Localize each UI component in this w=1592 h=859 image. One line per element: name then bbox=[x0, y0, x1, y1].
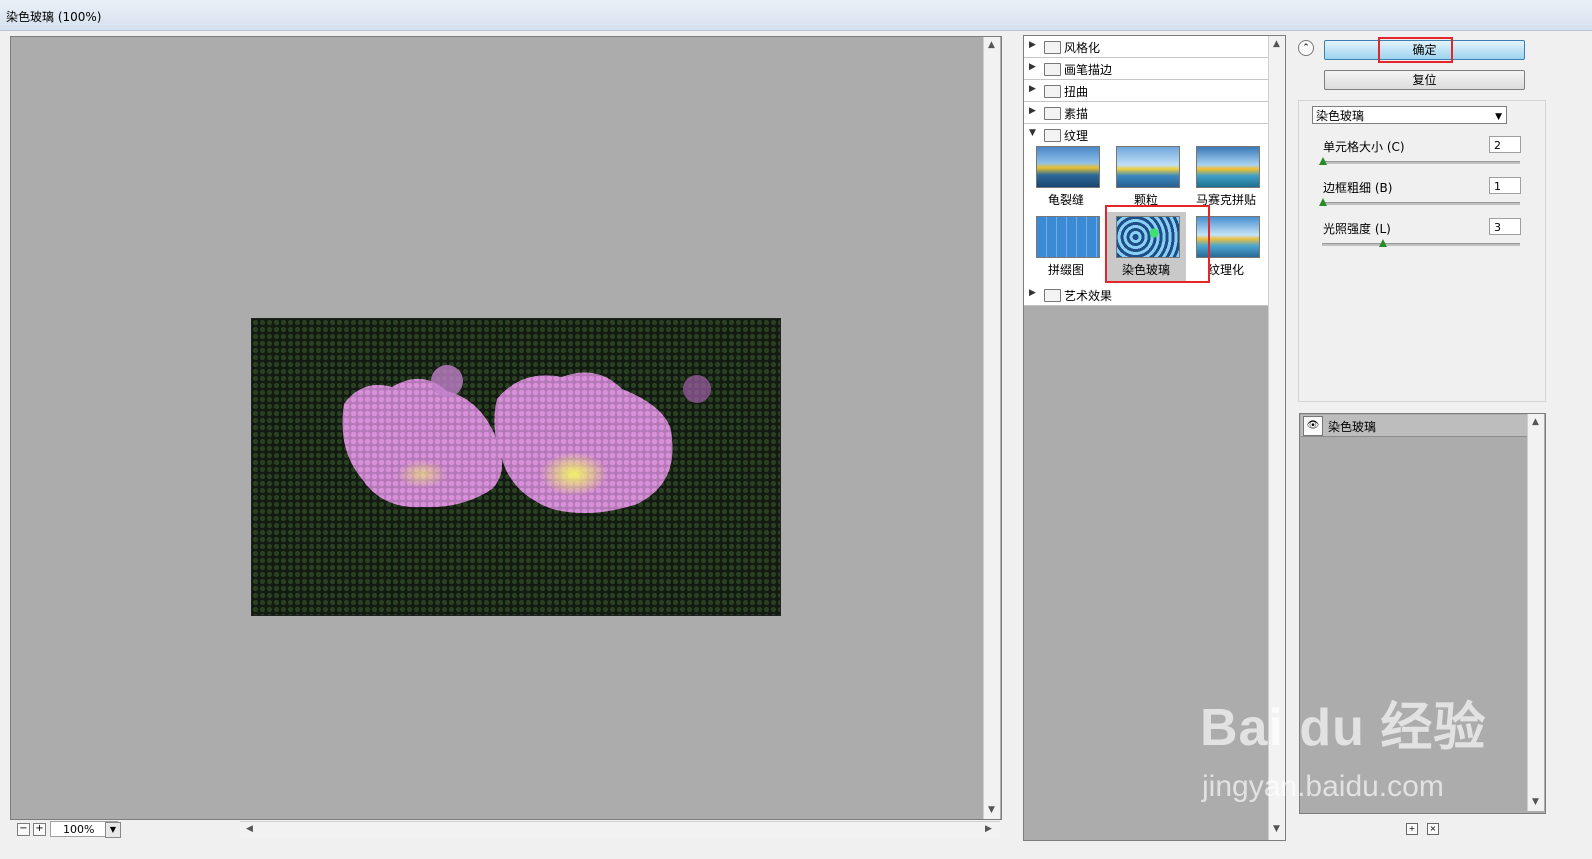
filter-thumbnail-craquelure[interactable]: 龟裂缝 bbox=[1026, 142, 1106, 212]
light-intensity-input[interactable]: 3 bbox=[1489, 218, 1521, 235]
highlight-ok-button bbox=[1378, 37, 1453, 63]
eye-icon[interactable]: 👁 bbox=[1303, 416, 1323, 436]
category-brush-strokes[interactable]: ▶ 画笔描边 bbox=[1024, 58, 1268, 80]
scroll-down-icon[interactable]: ▼ bbox=[988, 805, 995, 815]
preview-area[interactable]: ▲ ▼ bbox=[10, 36, 1002, 820]
watermark-brand: Bai du 经验 bbox=[1200, 699, 1487, 757]
effect-layer-row[interactable]: 👁 染色玻璃 bbox=[1301, 415, 1527, 437]
thumbnail-image bbox=[1196, 146, 1260, 188]
new-effect-layer-icon[interactable]: + bbox=[1406, 823, 1418, 835]
expand-arrow-icon[interactable]: ▶ bbox=[1029, 288, 1036, 298]
filter-select[interactable]: 染色玻璃 ▼ bbox=[1312, 106, 1507, 124]
cell-size-input[interactable]: 2 bbox=[1489, 136, 1521, 153]
scroll-right-icon[interactable]: ▶ bbox=[985, 824, 992, 834]
category-label: 艺术效果 bbox=[1064, 289, 1113, 303]
category-label: 风格化 bbox=[1064, 41, 1101, 55]
border-thickness-input[interactable]: 1 bbox=[1489, 177, 1521, 194]
filter-thumbnail-patchwork[interactable]: 拼缀图 bbox=[1026, 212, 1106, 282]
scroll-up-icon[interactable]: ▲ bbox=[988, 40, 995, 50]
preview-image bbox=[251, 318, 781, 616]
thumbnail-image bbox=[1036, 216, 1100, 258]
border-thickness-slider[interactable] bbox=[1319, 198, 1520, 206]
trash-icon[interactable]: × bbox=[1427, 823, 1439, 835]
thumbnail-image bbox=[1116, 146, 1180, 188]
thumbnail-label: 拼缀图 bbox=[1047, 263, 1084, 277]
scroll-down-icon[interactable]: ▼ bbox=[1273, 824, 1280, 834]
collapse-arrow-icon[interactable]: ▼ bbox=[1029, 128, 1036, 138]
category-stylize[interactable]: ▶ 风格化 bbox=[1024, 36, 1268, 58]
highlight-stained-glass bbox=[1105, 205, 1210, 283]
folder-icon bbox=[1044, 85, 1061, 98]
filter-select-value: 染色玻璃 bbox=[1316, 109, 1365, 123]
layers-scrollbar[interactable]: ▲ ▼ bbox=[1527, 414, 1544, 811]
light-intensity-label: 光照强度 (L) bbox=[1323, 222, 1391, 236]
slider-knob-icon[interactable] bbox=[1319, 198, 1327, 206]
preview-vertical-scrollbar[interactable]: ▲ ▼ bbox=[983, 37, 1000, 819]
window-title: 染色玻璃 (100%) bbox=[6, 10, 102, 24]
folder-icon bbox=[1044, 41, 1061, 54]
chevron-down-icon[interactable]: ▼ bbox=[1495, 108, 1502, 126]
category-label: 画笔描边 bbox=[1064, 63, 1113, 77]
filter-thumbnail-grain[interactable]: 颗粒 bbox=[1106, 142, 1186, 212]
expand-arrow-icon[interactable]: ▶ bbox=[1029, 62, 1036, 72]
filter-thumbnail-mosaic-tiles[interactable]: 马赛克拼贴 bbox=[1186, 142, 1266, 212]
stained-glass-flower-image bbox=[252, 319, 780, 615]
effect-layer-name: 染色玻璃 bbox=[1328, 420, 1377, 434]
cell-size-slider[interactable] bbox=[1319, 157, 1520, 165]
folder-icon bbox=[1044, 63, 1061, 76]
scroll-up-icon[interactable]: ▲ bbox=[1532, 417, 1539, 427]
scroll-down-icon[interactable]: ▼ bbox=[1532, 797, 1539, 807]
preview-bottom-bar: − + 100% ▼ ◀ ▶ bbox=[10, 820, 1000, 838]
category-artistic[interactable]: ▶ 艺术效果 bbox=[1024, 284, 1268, 306]
collapse-panel-icon[interactable]: ⌃ bbox=[1298, 40, 1314, 56]
zoom-in-button[interactable]: + bbox=[33, 823, 46, 836]
scroll-left-icon[interactable]: ◀ bbox=[246, 824, 253, 834]
folder-icon bbox=[1044, 107, 1061, 120]
expand-arrow-icon[interactable]: ▶ bbox=[1029, 40, 1036, 50]
reset-button[interactable]: 复位 bbox=[1324, 70, 1525, 90]
category-label: 扭曲 bbox=[1064, 85, 1089, 99]
category-label: 素描 bbox=[1064, 107, 1089, 121]
title-bar: 染色玻璃 (100%) bbox=[0, 0, 1592, 31]
thumbnail-image bbox=[1036, 146, 1100, 188]
zoom-dropdown-icon[interactable]: ▼ bbox=[105, 822, 121, 838]
thumbnail-label: 龟裂缝 bbox=[1047, 193, 1084, 207]
watermark-url: jingyan.baidu.com bbox=[1202, 770, 1444, 803]
slider-knob-icon[interactable] bbox=[1319, 157, 1327, 165]
scroll-up-icon[interactable]: ▲ bbox=[1273, 39, 1280, 49]
folder-open-icon bbox=[1044, 129, 1061, 142]
expand-arrow-icon[interactable]: ▶ bbox=[1029, 84, 1036, 94]
category-distort[interactable]: ▶ 扭曲 bbox=[1024, 80, 1268, 102]
border-thickness-label: 边框粗细 (B) bbox=[1323, 181, 1393, 195]
folder-icon bbox=[1044, 289, 1061, 302]
zoom-out-button[interactable]: − bbox=[17, 823, 30, 836]
preview-horizontal-scrollbar[interactable]: ◀ ▶ bbox=[240, 821, 1000, 838]
light-intensity-slider[interactable] bbox=[1322, 239, 1520, 247]
cell-size-label: 单元格大小 (C) bbox=[1323, 140, 1405, 154]
category-sketch[interactable]: ▶ 素描 bbox=[1024, 102, 1268, 124]
baidu-jingyan-watermark: Bai du 经验 jingyan.baidu.com bbox=[1200, 675, 1490, 815]
expand-arrow-icon[interactable]: ▶ bbox=[1029, 106, 1036, 116]
slider-knob-icon[interactable] bbox=[1379, 239, 1387, 247]
